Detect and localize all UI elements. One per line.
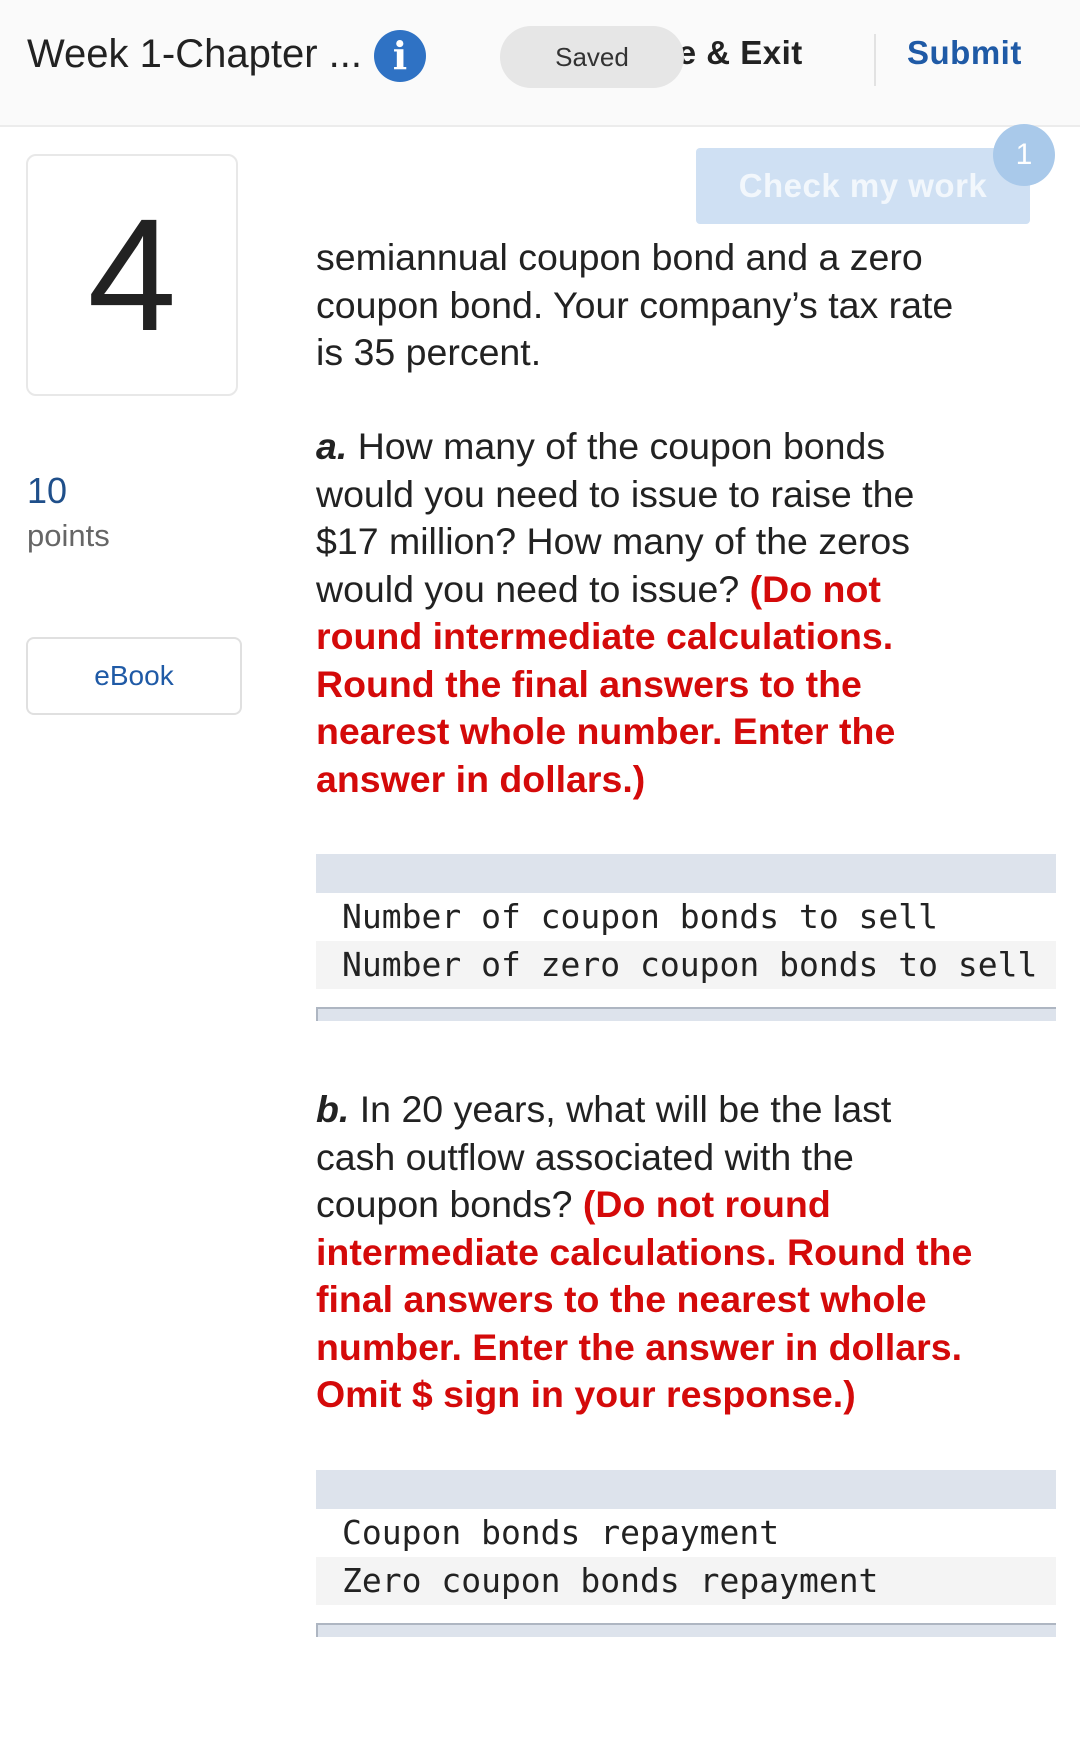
part-b-instruction: number. Enter the answer in dollars. bbox=[316, 1325, 962, 1368]
assignment-title: Week 1-Chapter ... bbox=[27, 32, 362, 76]
table-row-coupon-bonds-repayment: Coupon bonds repayment bbox=[342, 1513, 780, 1552]
table-row-zero-coupon-bonds-to-sell: Number of zero coupon bonds to sell bbox=[316, 941, 1056, 989]
assignment-header: Week 1-Chapter ... i ave & Exit Saved Su… bbox=[0, 0, 1080, 127]
part-b-instruction: Omit $ sign in your response.) bbox=[316, 1373, 856, 1415]
table-header bbox=[316, 854, 1056, 893]
question-number-box: 4 bbox=[26, 154, 238, 396]
table-row-zero-coupon-bonds-repayment: Zero coupon bonds repayment bbox=[316, 1557, 1056, 1605]
saved-status-toast: Saved bbox=[500, 26, 684, 88]
intro-line: coupon bond. Your company’s tax rate bbox=[316, 283, 954, 326]
check-my-work-button[interactable]: Check my work bbox=[696, 148, 1030, 224]
part-b-question: b. In 20 years, what will be the last ca… bbox=[316, 1086, 1056, 1419]
intro-line: semiannual coupon bond and a zero bbox=[316, 236, 923, 278]
part-b-instruction: intermediate calculations. Round the bbox=[316, 1230, 973, 1273]
part-a-instruction: Round the final answers to the bbox=[316, 662, 862, 705]
header-divider bbox=[874, 34, 876, 86]
question-number: 4 bbox=[87, 185, 177, 364]
part-a-line: would you need to issue to raise the bbox=[316, 472, 915, 515]
intro-line: is 35 percent. bbox=[316, 331, 542, 373]
part-b-line: coupon bonds? (Do not round bbox=[316, 1183, 831, 1225]
part-a-line: would you need to issue? (Do not bbox=[316, 567, 881, 610]
question-intro: semiannual coupon bond and a zero coupon… bbox=[316, 234, 1056, 377]
part-a-question: a. How many of the coupon bonds would yo… bbox=[316, 423, 1056, 803]
part-b-label: b. bbox=[316, 1088, 350, 1130]
part-a-line: $17 million? How many of the zeros bbox=[316, 520, 911, 562]
table-header bbox=[316, 1470, 1056, 1509]
table-row-coupon-bonds-to-sell: Number of coupon bonds to sell bbox=[342, 897, 939, 936]
part-a-instruction: (Do not bbox=[749, 567, 881, 610]
info-icon[interactable]: i bbox=[374, 30, 426, 82]
part-b-instruction: final answers to the nearest whole bbox=[316, 1278, 927, 1320]
part-a-answer-table: Number of coupon bonds to sell Number of… bbox=[316, 854, 1056, 1021]
part-b-instruction: (Do not round bbox=[582, 1183, 831, 1225]
table-horizontal-scrollbar[interactable] bbox=[316, 1623, 1056, 1637]
points-value: 10 bbox=[27, 470, 68, 511]
ebook-button[interactable]: eBook bbox=[26, 637, 242, 715]
part-b-line: b. In 20 years, what will be the last bbox=[316, 1088, 892, 1130]
part-b-line: cash outflow associated with the bbox=[316, 1135, 854, 1178]
submit-button[interactable]: Submit bbox=[907, 34, 1022, 72]
points-label: points bbox=[27, 518, 110, 553]
part-a-instruction: nearest whole number. Enter the bbox=[316, 710, 896, 752]
part-a-line: a. How many of the coupon bonds bbox=[316, 425, 886, 467]
part-b-answer-table: Coupon bonds repayment Zero coupon bonds… bbox=[316, 1470, 1056, 1637]
attempt-count-badge: 1 bbox=[993, 124, 1055, 186]
table-horizontal-scrollbar[interactable] bbox=[316, 1007, 1056, 1021]
part-a-label: a. bbox=[316, 425, 348, 467]
part-a-instruction: round intermediate calculations. bbox=[316, 615, 894, 657]
part-a-instruction: answer in dollars.) bbox=[316, 757, 646, 800]
